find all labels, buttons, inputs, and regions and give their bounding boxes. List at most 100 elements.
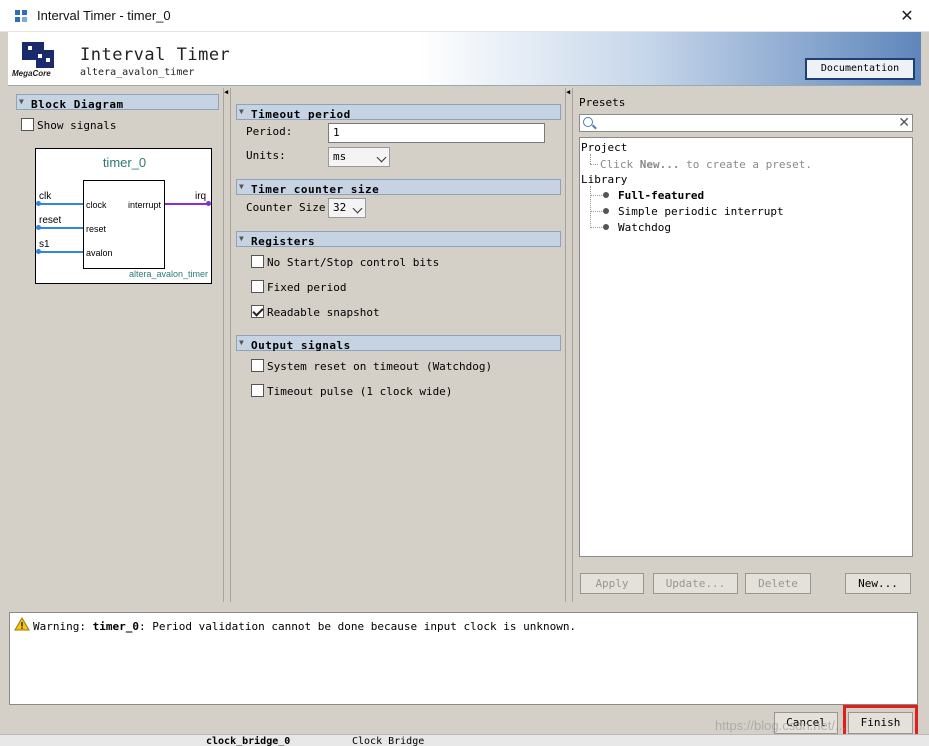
tree-connector [590,186,591,228]
wire-clk-dot [36,201,41,206]
window-title-bar: Interval Timer - timer_0 ✕ [0,0,929,32]
presets-tree: Project Click New... to create a preset.… [579,137,913,557]
wire-reset-dot [36,225,41,230]
preset-search-input[interactable]: ✕ [579,114,913,132]
counter-size-select[interactable]: 32 [328,198,366,218]
wire-reset [38,227,83,229]
messages-panel: Warning: timer_0: Period validation cann… [9,612,918,705]
counter-size-label: Counter Size: [246,201,333,214]
timer-counter-title: Timer counter size [251,183,380,196]
timeout-period-title: Timeout period [251,108,351,121]
show-signals-label: Show signals [37,119,117,132]
period-input[interactable]: 1 [328,123,545,143]
presets-title: Presets [579,96,626,109]
timeout-pulse-checkbox[interactable] [251,384,264,397]
apply-button[interactable]: Apply [580,573,644,594]
component-header: MegaCore Interval Timer altera_avalon_ti… [8,32,921,86]
units-select[interactable]: ms [328,147,390,167]
timeout-period-section-header[interactable]: ▼ Timeout period [236,104,561,121]
timer-counter-section-header[interactable]: ▼ Timer counter size [236,179,561,196]
megacore-logo-text: MegaCore [12,69,51,78]
background-table-row: clock_bridge_0 Clock Bridge [0,734,929,746]
port-clock: clock [86,200,107,210]
watermark: https://blog.csdn.net/... [715,718,846,733]
warning-icon [14,617,30,631]
tree-connector [590,195,604,196]
chevron-down-icon [376,152,387,163]
preset-bullet-icon [603,224,609,230]
block-diagram-pane: ▼ Block Diagram Show signals timer_0 clo… [9,88,224,602]
counter-size-value: 32 [333,201,347,214]
tree-connector [590,164,598,165]
splitter-arrow-icon: ◀ [566,88,571,96]
no-start-stop-label: No Start/Stop control bits [267,256,440,269]
tree-connector [590,154,591,164]
signal-reset: reset [39,215,62,226]
preset-bullet-icon [603,192,609,198]
component-title: Interval Timer [80,45,231,65]
signal-s1: s1 [39,239,50,250]
units-select-value: ms [333,150,347,163]
preset-simple-periodic-interrupt[interactable]: Simple periodic interrupt [618,205,784,218]
component-subtitle: altera_avalon_timer [80,67,195,78]
output-signals-section-header[interactable]: ▼ Output signals [236,335,561,352]
presets-pane: Presets ✕ Project Click New... to create… [572,88,917,602]
preset-watchdog[interactable]: Watchdog [618,221,671,234]
preset-full-featured[interactable]: Full-featured [618,189,704,202]
block-diagram: timer_0 clock reset avalon interrupt clk… [35,148,212,284]
diagram-class-name: altera_avalon_timer [128,269,208,279]
system-reset-label: System reset on timeout (Watchdog) [267,360,493,373]
port-interrupt: interrupt [127,200,161,210]
tree-connector [590,227,604,228]
collapse-triangle-icon: ▼ [239,338,245,347]
wire-clk [38,203,83,205]
fixed-period-label: Fixed period [267,281,347,294]
warning-prefix: Warning: [33,620,93,633]
warning-component: timer_0 [92,620,139,633]
timeout-pulse-label: Timeout pulse (1 clock wide) [267,385,453,398]
delete-button[interactable]: Delete [745,573,811,594]
clear-search-icon[interactable]: ✕ [898,115,910,131]
block-diagram-section-header[interactable]: ▼ Block Diagram [16,94,219,111]
system-reset-checkbox[interactable] [251,359,264,372]
period-label: Period: [246,125,293,138]
preset-bullet-icon [603,208,609,214]
wire-irq [165,203,209,205]
port-avalon: avalon [86,248,113,258]
update-button[interactable]: Update... [653,573,738,594]
readable-snapshot-label: Readable snapshot [267,306,380,319]
units-label: Units: [246,149,286,162]
port-reset: reset [86,224,107,234]
close-icon[interactable]: ✕ [896,5,918,27]
show-signals-checkbox[interactable] [21,118,34,131]
block-diagram-title: Block Diagram [31,98,124,111]
no-start-stop-checkbox[interactable] [251,255,264,268]
warning-text: : Period validation cannot be done becau… [138,620,577,633]
warning-message: Warning: timer_0: Period validation cann… [33,620,576,633]
splitter-arrow-icon: ◀ [224,88,229,96]
wire-s1-dot [36,249,41,254]
diagram-component-name: timer_0 [102,155,147,170]
project-hint-new: New... [639,158,680,171]
registers-title: Registers [251,235,316,248]
project-hint-suffix: to create a preset. [679,158,812,171]
output-signals-title: Output signals [251,339,351,352]
tree-connector [590,211,604,212]
window-title: Interval Timer - timer_0 [37,8,171,23]
wire-irq-dot [206,201,211,206]
search-icon [583,117,593,127]
registers-section-header[interactable]: ▼ Registers [236,231,561,248]
collapse-triangle-icon: ▼ [239,182,245,191]
readable-snapshot-checkbox[interactable] [251,305,264,318]
tree-library-node[interactable]: Library [581,173,627,186]
fixed-period-checkbox[interactable] [251,280,264,293]
collapse-triangle-icon: ▼ [19,97,25,106]
collapse-triangle-icon: ▼ [239,234,245,243]
tree-project-node[interactable]: Project [581,141,627,154]
chevron-down-icon [352,203,363,214]
collapse-triangle-icon: ▼ [239,107,245,116]
new-preset-button[interactable]: New... [845,573,911,594]
documentation-button[interactable]: Documentation [805,58,915,80]
project-hint-prefix: Click [600,158,640,171]
app-icon [15,10,27,22]
